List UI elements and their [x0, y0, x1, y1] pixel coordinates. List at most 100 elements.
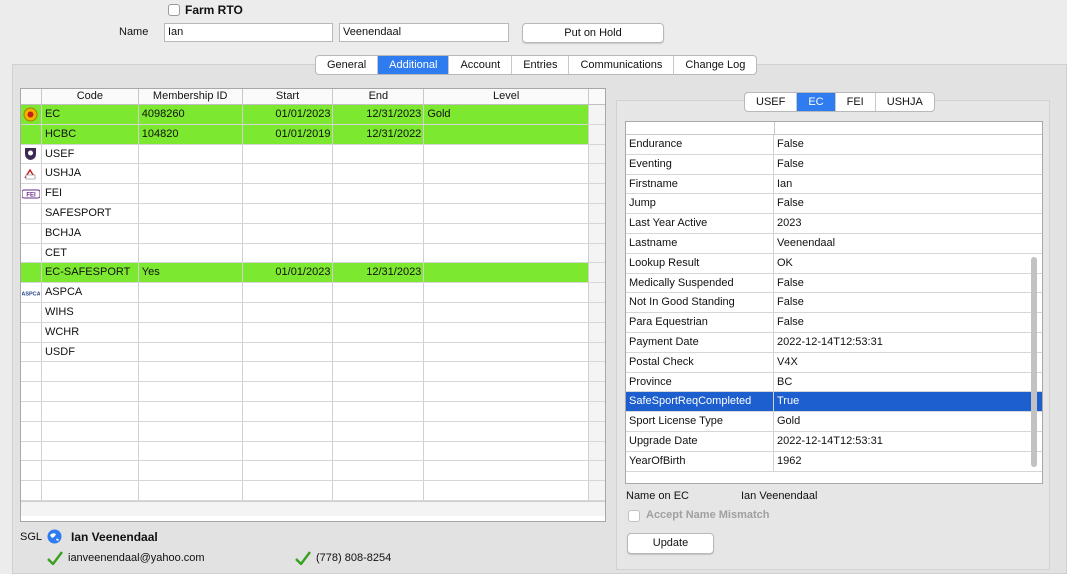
row-scroll-cell	[589, 124, 605, 144]
table-row[interactable]: BCHJA	[21, 223, 605, 244]
tab-entries[interactable]: Entries	[512, 56, 570, 74]
detail-row-not-in-good-standing[interactable]: Not In Good Standing False	[626, 293, 1042, 314]
membership-grid: Code Membership ID Start End Level EC 4098260…	[20, 88, 606, 522]
detail-key: Lookup Result	[626, 253, 774, 273]
org-tab-bar: USEF EC FEI USHJA	[744, 92, 935, 112]
detail-row-postal-check[interactable]: Postal Check V4X	[626, 352, 1042, 373]
table-row[interactable]: HCBC 104820 01/01/2019 12/31/2022	[21, 124, 605, 145]
cell-end	[333, 203, 425, 223]
cell-end	[333, 144, 425, 164]
empty-cell	[42, 481, 139, 500]
membership-grid-header: Code Membership ID Start End Level	[21, 89, 605, 105]
detail-row-safesportreqcompleted[interactable]: SafeSportReqCompleted True	[626, 392, 1042, 413]
empty-cell	[21, 401, 42, 421]
detail-value: False	[777, 296, 804, 309]
table-row[interactable]: USHJA	[21, 164, 605, 185]
column-header-membership-id[interactable]: Membership ID	[139, 89, 243, 104]
column-header-end[interactable]: End	[333, 89, 425, 104]
empty-cell	[424, 461, 590, 481]
cell-level	[424, 243, 590, 263]
detail-row-para-equestrian[interactable]: Para Equestrian False	[626, 313, 1042, 333]
detail-row-upgrade-date[interactable]: Upgrade Date 2022-12-14T12:53:31	[626, 431, 1042, 452]
farm-rto-checkbox[interactable]	[168, 4, 180, 16]
empty-cell	[243, 362, 334, 382]
table-row[interactable]: EC 4098260 01/01/2023 12/31/2023 Gold	[21, 105, 605, 125]
membership-grid-body: EC 4098260 01/01/2023 12/31/2023 Gold HCBC 104…	[21, 105, 605, 516]
last-name-field[interactable]: Veenendaal	[339, 23, 509, 42]
detail-value: OK	[777, 256, 793, 269]
cell-code: FEI	[42, 184, 139, 203]
tab-communications[interactable]: Communications	[569, 56, 675, 74]
table-row[interactable]: USDF	[21, 342, 605, 363]
detail-key: Medically Suspended	[626, 273, 774, 293]
detail-key: Sport License Type	[626, 412, 774, 431]
tab-additional[interactable]: Additional	[378, 56, 450, 74]
detail-row-endurance[interactable]: Endurance False	[626, 135, 1042, 155]
detail-key: Province	[626, 372, 774, 392]
empty-cell	[589, 362, 605, 382]
org-tab-fei[interactable]: FEI	[836, 93, 876, 111]
empty-cell	[139, 441, 243, 461]
put-on-hold-button[interactable]: Put on Hold	[522, 23, 664, 43]
detail-row-yearofbirth[interactable]: YearOfBirth 1962	[626, 451, 1042, 472]
column-header-start[interactable]: Start	[243, 89, 334, 104]
detail-key: Lastname	[626, 233, 774, 253]
detail-value: True	[777, 395, 800, 408]
tab-change-log[interactable]: Change Log	[674, 56, 756, 74]
accept-name-mismatch-checkbox[interactable]	[628, 510, 640, 522]
detail-key: YearOfBirth	[626, 451, 774, 471]
detail-row-lookup-result[interactable]: Lookup Result OK	[626, 253, 1042, 274]
empty-cell	[42, 461, 139, 481]
empty-cell	[333, 441, 425, 461]
table-row[interactable]: ASPCA ASPCA	[21, 283, 605, 303]
cell-level	[424, 203, 590, 223]
detail-row-eventing[interactable]: Eventing False	[626, 154, 1042, 175]
detail-row-last-year-active[interactable]: Last Year Active 2023	[626, 214, 1042, 234]
column-header-code[interactable]: Code	[42, 89, 139, 104]
cell-end: 12/31/2023	[333, 263, 425, 283]
globe-icon[interactable]	[47, 529, 62, 547]
cell-start	[243, 342, 334, 362]
cell-start	[243, 243, 334, 263]
cell-end	[333, 164, 425, 184]
table-row[interactable]: CET	[21, 243, 605, 264]
table-row[interactable]: WIHS	[21, 302, 605, 323]
tab-general[interactable]: General	[316, 56, 379, 74]
table-row[interactable]: USEF	[21, 144, 605, 165]
cell-end	[333, 322, 425, 342]
detail-row-lastname[interactable]: Lastname Veenendaal	[626, 233, 1042, 254]
phone-verified-check-icon	[295, 551, 311, 568]
column-header-level[interactable]: Level	[424, 89, 590, 104]
aspca-logo-icon: ASPCA	[21, 283, 42, 302]
detail-value: False	[777, 157, 804, 170]
detail-key: Last Year Active	[626, 214, 774, 233]
empty-cell	[139, 421, 243, 441]
empty-cell	[21, 481, 42, 500]
detail-row-firstname[interactable]: Firstname Ian	[626, 174, 1042, 195]
row-scroll-cell	[589, 263, 605, 283]
horizontal-scroll-strip[interactable]	[21, 500, 605, 516]
update-button[interactable]: Update	[627, 533, 714, 554]
detail-row-province[interactable]: Province BC	[626, 372, 1042, 393]
detail-row-medically-suspended[interactable]: Medically Suspended False	[626, 273, 1042, 294]
row-scroll-cell	[589, 302, 605, 322]
cell-end	[333, 283, 425, 302]
cell-start	[243, 144, 334, 164]
table-row[interactable]: WCHR	[21, 322, 605, 343]
detail-key: Firstname	[626, 174, 774, 194]
detail-row-jump[interactable]: Jump False	[626, 194, 1042, 215]
cell-end	[333, 223, 425, 243]
detail-scrollbar[interactable]	[1031, 257, 1037, 467]
detail-row-sport-license-type[interactable]: Sport License Type Gold	[626, 412, 1042, 432]
cell-code: WIHS	[42, 302, 139, 322]
org-tab-ec[interactable]: EC	[797, 93, 836, 111]
table-row[interactable]: EC-SAFESPORT Yes 01/01/2023 12/31/2023	[21, 263, 605, 284]
org-tab-usef[interactable]: USEF	[745, 93, 798, 111]
cell-level	[424, 322, 590, 342]
tab-account[interactable]: Account	[449, 56, 513, 74]
detail-row-payment-date[interactable]: Payment Date 2022-12-14T12:53:31	[626, 332, 1042, 353]
table-row[interactable]: FEI FEI	[21, 184, 605, 204]
first-name-field[interactable]: Ian	[164, 23, 333, 42]
org-tab-ushja[interactable]: USHJA	[876, 93, 934, 111]
table-row[interactable]: SAFESPORT	[21, 203, 605, 224]
